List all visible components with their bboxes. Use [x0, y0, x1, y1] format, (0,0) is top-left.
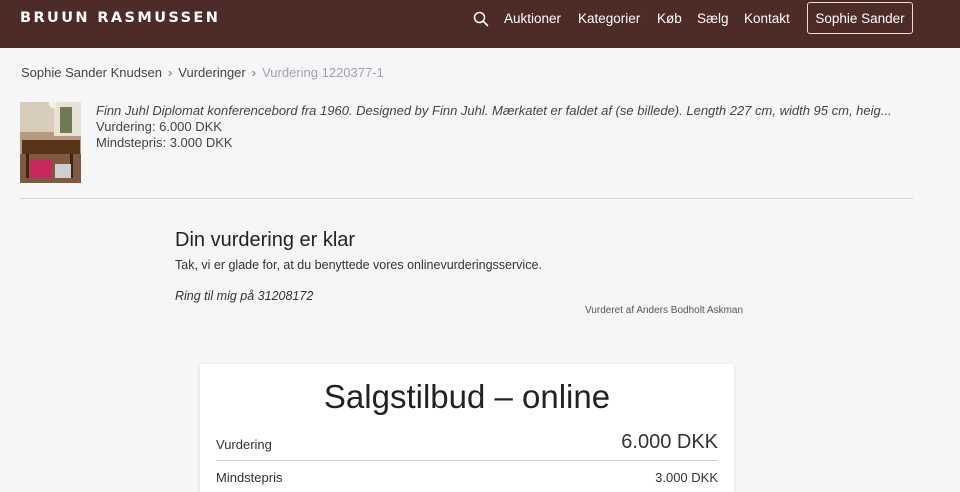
- breadcrumb-separator: ›: [167, 65, 173, 80]
- nav-koeb[interactable]: Køb: [657, 11, 682, 26]
- nav-auktioner[interactable]: Auktioner: [504, 11, 561, 26]
- breadcrumb-separator: ›: [251, 65, 257, 80]
- item-description: Finn Juhl Diplomat konferencebord fra 19…: [96, 103, 892, 118]
- section-divider: [20, 198, 913, 199]
- call-me-note: Ring til mig på 31208172: [175, 289, 314, 303]
- breadcrumb-current: Vurdering 1220377-1: [262, 65, 384, 80]
- user-account-button[interactable]: Sophie Sander: [807, 2, 913, 34]
- valued-by-text: Vurderet af Anders Bodholt Askman: [585, 305, 744, 316]
- item-valuation: Vurdering: 6.000 DKK: [96, 119, 222, 134]
- logo[interactable]: BRUUN RASMUSSEN: [20, 10, 220, 26]
- breadcrumb: Sophie Sander Knudsen › Vurderinger › Vurder…: [21, 65, 384, 80]
- valuation-thanks-text: Tak, vi er glade for, at du benyttede vo…: [175, 258, 542, 272]
- nav-kontakt[interactable]: Kontakt: [744, 11, 790, 26]
- item-thumbnail[interactable]: [20, 102, 81, 183]
- offer-row-value-min-price: 3.000 DKK: [655, 470, 718, 485]
- nav-kategorier[interactable]: Kategorier: [578, 11, 640, 26]
- nav-saelg[interactable]: Sælg: [697, 11, 729, 26]
- sales-offer-card: Salgstilbud – online Vurdering 6.000 DKK…: [200, 364, 734, 492]
- sales-offer-title: Salgstilbud – online: [323, 378, 611, 415]
- offer-row-divider: [216, 460, 718, 461]
- offer-row-label-min-price: Mindstepris: [216, 470, 283, 485]
- top-navigation-bar: BRUUN RASMUSSEN Auktioner Kategorier Køb…: [0, 0, 960, 48]
- breadcrumb-vurderinger[interactable]: Vurderinger: [178, 65, 245, 80]
- valuation-heading: Din vurdering er klar: [175, 229, 356, 251]
- breadcrumb-user[interactable]: Sophie Sander Knudsen: [21, 65, 162, 80]
- search-icon[interactable]: [472, 10, 490, 28]
- offer-row-value-valuation: 6.000 DKK: [621, 431, 718, 453]
- item-min-price: Mindstepris: 3.000 DKK: [96, 135, 233, 150]
- offer-row-label-valuation: Vurdering: [216, 437, 272, 452]
